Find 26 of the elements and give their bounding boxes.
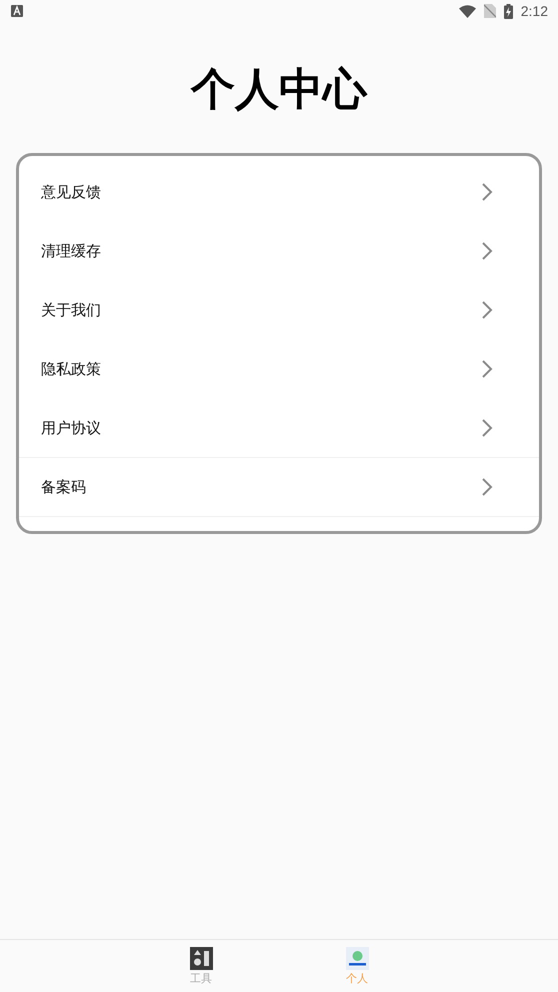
chevron-right-icon xyxy=(481,477,495,497)
chevron-right-icon xyxy=(481,359,495,379)
menu-label: 用户协议 xyxy=(41,418,101,438)
page-title: 个人中心 xyxy=(191,63,367,117)
menu-row[interactable]: 隐私政策 xyxy=(19,340,539,399)
battery-charging-icon xyxy=(504,4,513,18)
menu-label: 意见反馈 xyxy=(41,182,101,202)
no-sim-icon xyxy=(484,4,496,18)
menu-row[interactable]: 意见反馈 xyxy=(19,163,539,222)
menu-row[interactable]: 备案码 xyxy=(19,458,539,517)
clock-time: 2:12 xyxy=(520,3,548,19)
chevron-right-icon xyxy=(481,300,495,320)
menu-label: 关于我们 xyxy=(41,300,101,320)
menu-label: 清理缓存 xyxy=(41,242,101,260)
keyboard-notification-icon xyxy=(11,5,23,17)
menu-row[interactable]: 用户协议 xyxy=(19,399,539,458)
menu-label: 隐私政策 xyxy=(41,360,101,378)
wifi-icon xyxy=(458,4,476,18)
menu-row[interactable]: 清理缓存 xyxy=(19,222,539,281)
chevron-right-icon xyxy=(481,182,495,202)
chevron-right-icon xyxy=(481,418,495,438)
menu-row[interactable]: 关于我们 xyxy=(19,281,539,340)
chevron-right-icon xyxy=(481,241,495,261)
menu-label: 备案码 xyxy=(41,478,86,496)
user-icon xyxy=(346,947,368,970)
shapes-icon xyxy=(190,947,212,970)
